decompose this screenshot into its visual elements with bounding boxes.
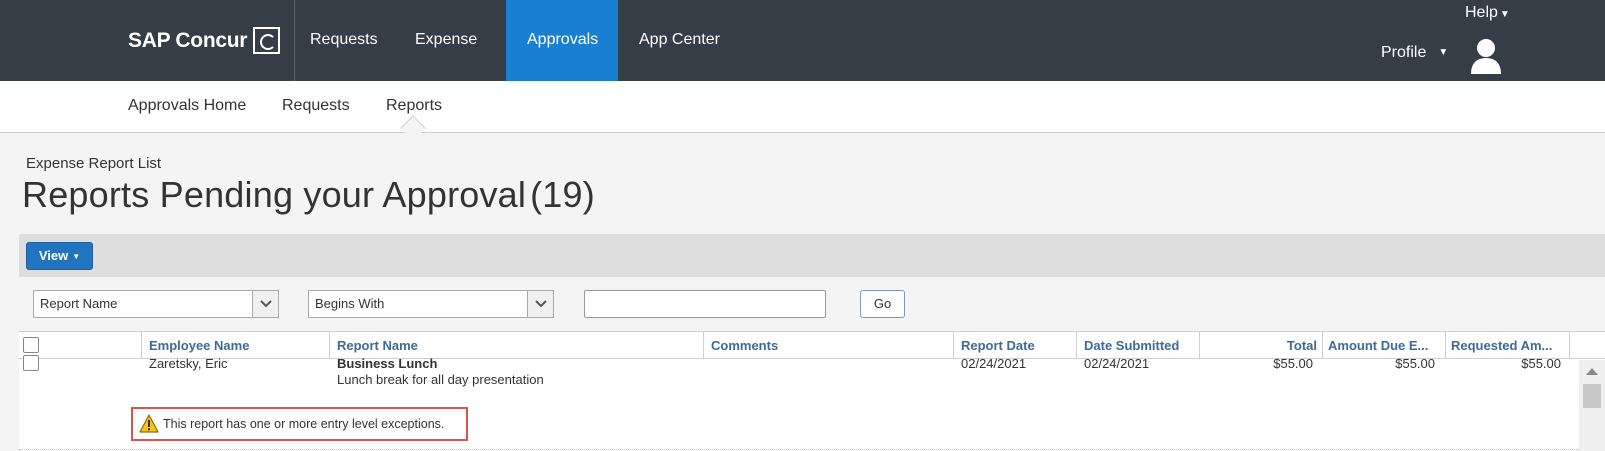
view-button-label: View [38, 248, 69, 263]
cell-total: $55.00 [1273, 356, 1313, 371]
subnav-requests[interactable]: Requests [282, 97, 350, 115]
top-nav-bar: SAP Concur Requests Expense Approvals Ap… [0, 0, 1605, 81]
view-button[interactable]: View ▼ [26, 242, 93, 270]
pending-count: (19) [530, 174, 595, 215]
column-divider [1445, 332, 1446, 359]
cell-amount-due: $55.00 [1395, 356, 1435, 371]
filter-search-input[interactable] [584, 290, 826, 318]
breadcrumb: Expense Report List [26, 155, 162, 172]
cell-report-name[interactable]: Business Lunch [337, 356, 437, 371]
page-title-text: Reports Pending your Approval [22, 174, 527, 215]
nav-app-center[interactable]: App Center [618, 0, 741, 81]
page-title: Reports Pending your Approval (19) [22, 174, 595, 216]
warning-icon [139, 414, 159, 433]
list-toolbar: View ▼ [19, 234, 1605, 277]
filter-field-select[interactable]: Report Name [33, 290, 279, 318]
logo-text: SAP Concur [128, 28, 248, 52]
cell-report-date: 02/24/2021 [961, 356, 1027, 371]
help-caret-icon: ▼ [1499, 9, 1510, 20]
column-divider [1569, 332, 1570, 359]
sub-nav-bar: Approvals Home Requests Reports [0, 81, 1605, 133]
filter-operator-value: Begins With [315, 296, 385, 311]
select-all-checkbox[interactable] [23, 337, 39, 353]
help-label: Help [1465, 4, 1498, 21]
chevron-down-icon [527, 291, 553, 317]
profile-menu[interactable]: Profile ▼ [1381, 44, 1448, 62]
help-menu[interactable]: Help ▼ [1465, 4, 1510, 22]
col-header-requested-amount[interactable]: Requested Am... [1451, 338, 1567, 353]
go-button[interactable]: Go [860, 290, 905, 318]
view-caret-icon: ▼ [72, 252, 81, 261]
profile-caret-icon: ▼ [1438, 47, 1449, 58]
column-divider [953, 332, 954, 359]
column-divider [141, 332, 142, 359]
nav-approvals[interactable]: Approvals [506, 0, 618, 81]
filter-operator-select[interactable]: Begins With [308, 290, 554, 318]
cell-report-purpose: Lunch break for all day presentation [337, 372, 544, 387]
column-divider [329, 332, 330, 359]
col-header-comments[interactable]: Comments [711, 338, 778, 353]
reports-table: Employee Name Report Name Comments Repor… [19, 331, 1605, 451]
nav-expense[interactable]: Expense [394, 0, 498, 81]
user-avatar-icon[interactable] [1468, 36, 1504, 74]
sap-concur-logo[interactable]: SAP Concur [128, 27, 281, 54]
col-header-date-submitted[interactable]: Date Submitted [1084, 338, 1179, 353]
row-select-checkbox[interactable] [23, 355, 39, 371]
col-header-employee-name[interactable]: Employee Name [149, 338, 249, 353]
column-divider [1322, 332, 1323, 359]
cell-date-submitted: 02/24/2021 [1084, 356, 1150, 371]
concur-c-icon [253, 27, 281, 54]
exception-alert: This report has one or more entry level … [131, 407, 468, 441]
table-scrollbar[interactable] [1579, 360, 1605, 451]
subnav-reports[interactable]: Reports [386, 97, 442, 115]
scroll-up-icon[interactable] [1586, 368, 1598, 375]
cell-requested-amount: $55.00 [1521, 356, 1561, 371]
col-header-total[interactable]: Total [1209, 338, 1317, 353]
filter-field-value: Report Name [40, 296, 118, 311]
table-header: Employee Name Report Name Comments Repor… [19, 332, 1605, 359]
col-header-amount-due[interactable]: Amount Due E... [1328, 338, 1442, 353]
subnav-approvals-home[interactable]: Approvals Home [128, 97, 246, 115]
exception-message: This report has one or more entry level … [163, 417, 445, 431]
cell-employee-name: Zaretsky, Eric [149, 356, 228, 371]
chevron-down-icon [252, 291, 278, 317]
column-divider [1199, 332, 1200, 359]
col-header-report-name[interactable]: Report Name [337, 338, 418, 353]
scroll-thumb[interactable] [1583, 384, 1601, 408]
column-divider [703, 332, 704, 359]
row-divider [19, 449, 1579, 450]
column-divider [1076, 332, 1077, 359]
nav-requests[interactable]: Requests [289, 0, 399, 81]
col-header-report-date[interactable]: Report Date [961, 338, 1035, 353]
profile-label: Profile [1381, 44, 1427, 61]
